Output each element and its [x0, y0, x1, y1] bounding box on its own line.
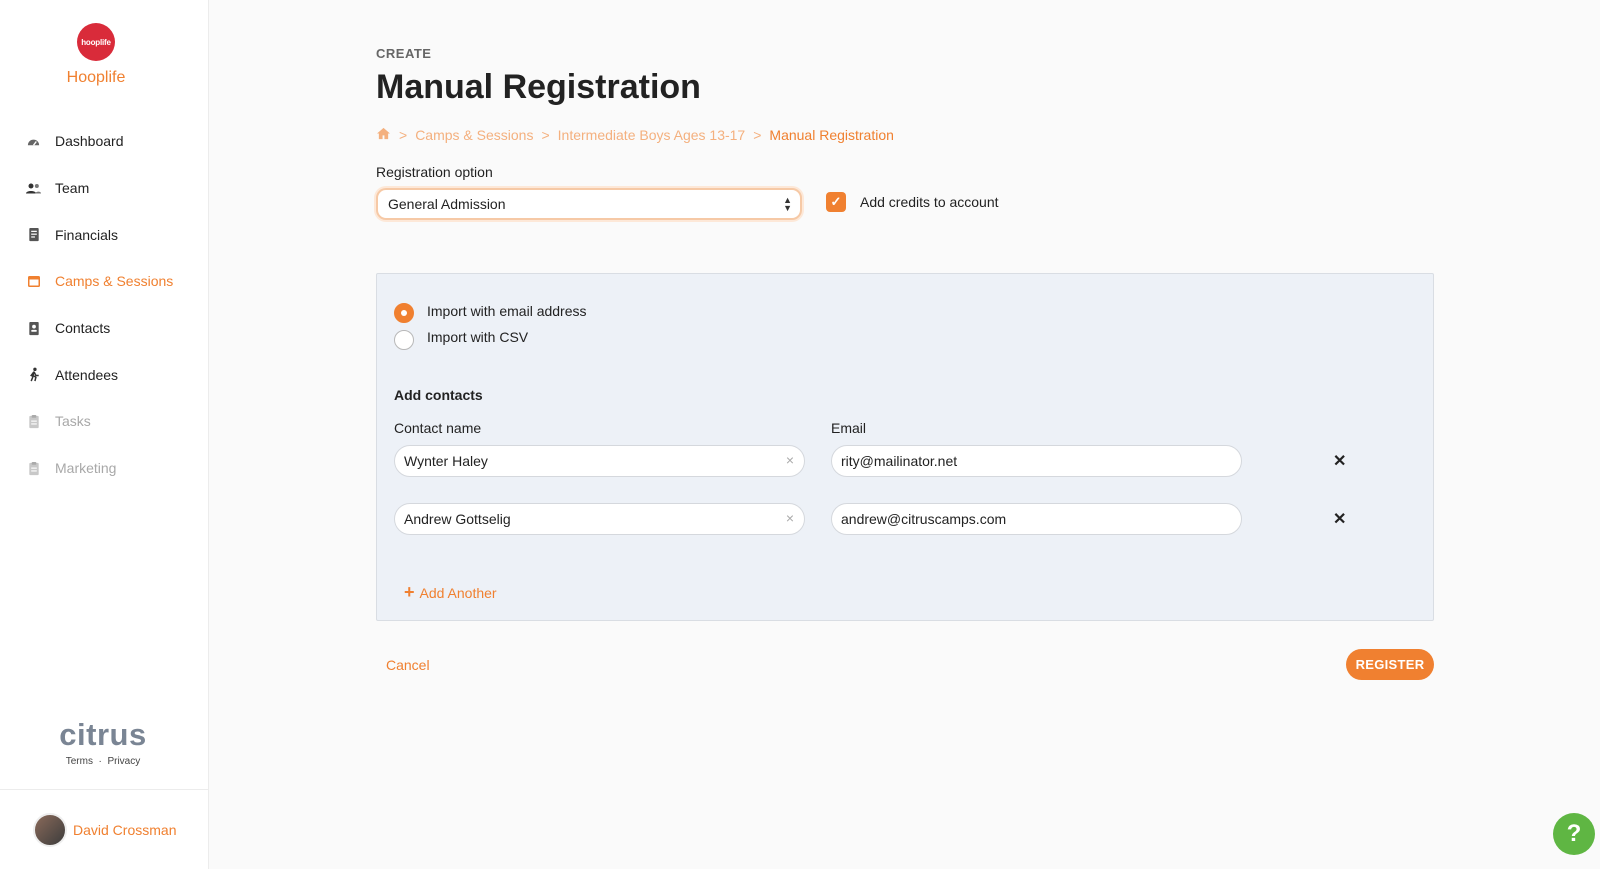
remove-contact-icon[interactable]: ✕: [1333, 509, 1346, 529]
clipboard-icon: [26, 414, 41, 429]
contact-name-value: Andrew Gottselig: [404, 511, 511, 527]
running-person-icon: [26, 367, 41, 382]
registration-option-value: General Admission: [388, 196, 506, 212]
sidebar-item-label: Camps & Sessions: [55, 273, 174, 290]
add-another-button[interactable]: + Add Another: [404, 582, 497, 603]
registration-option-label: Registration option: [376, 164, 493, 180]
sidebar-item-label: Team: [55, 180, 90, 197]
cancel-button[interactable]: Cancel: [386, 657, 430, 673]
sidebar-item-label: Attendees: [55, 366, 119, 383]
address-book-icon: [26, 321, 41, 336]
breadcrumb-separator: >: [541, 127, 550, 143]
import-email-label[interactable]: Import with email address: [427, 303, 587, 319]
sidebar-item-label: Financials: [55, 226, 119, 243]
sidebar-item-attendees[interactable]: Attendees: [0, 351, 209, 398]
legal-separator: ·: [95, 756, 108, 767]
import-csv-radio[interactable]: [394, 330, 414, 350]
remove-contact-icon[interactable]: ✕: [1333, 451, 1346, 471]
register-button[interactable]: REGISTER: [1346, 649, 1434, 680]
contact-name-label: Contact name: [394, 420, 482, 436]
contacts-panel: Import with email address Import with CS…: [376, 273, 1434, 621]
page-eyebrow: CREATE: [376, 46, 432, 61]
gauge-icon: [26, 134, 41, 149]
citrus-logo: citrus: [59, 717, 147, 752]
email-label: Email: [831, 420, 867, 436]
breadcrumb: > Camps & Sessions > Intermediate Boys A…: [376, 127, 894, 143]
plus-icon: +: [404, 582, 415, 602]
email-field[interactable]: andrew@citruscamps.com: [831, 503, 1242, 535]
add-credits-checkbox[interactable]: ✓: [826, 192, 846, 212]
sidebar-item-financials[interactable]: Financials: [0, 211, 209, 258]
sidebar-item-tasks[interactable]: Tasks: [0, 398, 209, 445]
home-icon[interactable]: [376, 127, 391, 143]
question-mark-icon: ?: [1566, 820, 1582, 847]
sidebar-item-camps-sessions[interactable]: Camps & Sessions: [0, 258, 209, 305]
sidebar-item-contacts[interactable]: Contacts: [0, 305, 209, 352]
clear-icon[interactable]: ×: [786, 452, 794, 468]
email-value: rity@mailinator.net: [841, 453, 958, 469]
brand-logo[interactable]: hooplife: [77, 23, 115, 61]
sidebar-nav: Dashboard Team Financials Camps & Sessio…: [0, 118, 209, 492]
email-value: andrew@citruscamps.com: [841, 511, 1007, 527]
contact-name-value: Wynter Haley: [404, 453, 488, 469]
page-title: Manual Registration: [376, 68, 701, 106]
add-credits-label[interactable]: Add credits to account: [860, 194, 999, 210]
breadcrumb-item[interactable]: Camps & Sessions: [415, 127, 533, 143]
user-name[interactable]: David Crossman: [73, 822, 176, 838]
import-email-radio[interactable]: [394, 303, 414, 323]
breadcrumb-item[interactable]: Intermediate Boys Ages 13-17: [558, 127, 746, 143]
sidebar-item-dashboard[interactable]: Dashboard: [0, 118, 209, 165]
registration-option-select[interactable]: General Admission ▲ ▼: [376, 188, 802, 220]
sidebar-item-label: Marketing: [55, 460, 117, 477]
breadcrumb-separator: >: [753, 127, 762, 143]
help-button[interactable]: ?: [1553, 813, 1595, 855]
select-arrows-icon: ▲ ▼: [783, 195, 792, 213]
sidebar-item-team[interactable]: Team: [0, 165, 209, 212]
breadcrumb-separator: >: [399, 127, 408, 143]
user-menu[interactable]: David Crossman: [0, 789, 208, 869]
terms-link[interactable]: Terms: [66, 756, 93, 767]
sidebar-item-label: Tasks: [55, 413, 91, 430]
email-field[interactable]: rity@mailinator.net: [831, 445, 1242, 477]
contact-name-field[interactable]: Andrew Gottselig ×: [394, 503, 805, 535]
sidebar-item-label: Dashboard: [55, 133, 124, 150]
add-contacts-title: Add contacts: [394, 387, 483, 403]
legal-links: Terms · Privacy: [0, 756, 206, 767]
calendar-icon: [26, 274, 41, 289]
clear-icon[interactable]: ×: [786, 510, 794, 526]
add-another-label: Add Another: [419, 584, 497, 601]
import-csv-label[interactable]: Import with CSV: [427, 329, 528, 345]
privacy-link[interactable]: Privacy: [107, 756, 140, 767]
sidebar-item-label: Contacts: [55, 320, 111, 337]
people-icon: [26, 181, 41, 196]
breadcrumb-current: Manual Registration: [769, 127, 894, 143]
sidebar-item-marketing[interactable]: Marketing: [0, 445, 209, 492]
clipboard-icon: [26, 461, 41, 476]
contact-name-field[interactable]: Wynter Haley ×: [394, 445, 805, 477]
brand-name[interactable]: Hooplife: [0, 69, 192, 87]
document-icon: [26, 227, 41, 242]
avatar: [33, 812, 67, 847]
checkmark-icon: ✓: [830, 194, 842, 209]
sidebar: hooplife Hooplife Dashboard Team Financi…: [0, 0, 209, 869]
